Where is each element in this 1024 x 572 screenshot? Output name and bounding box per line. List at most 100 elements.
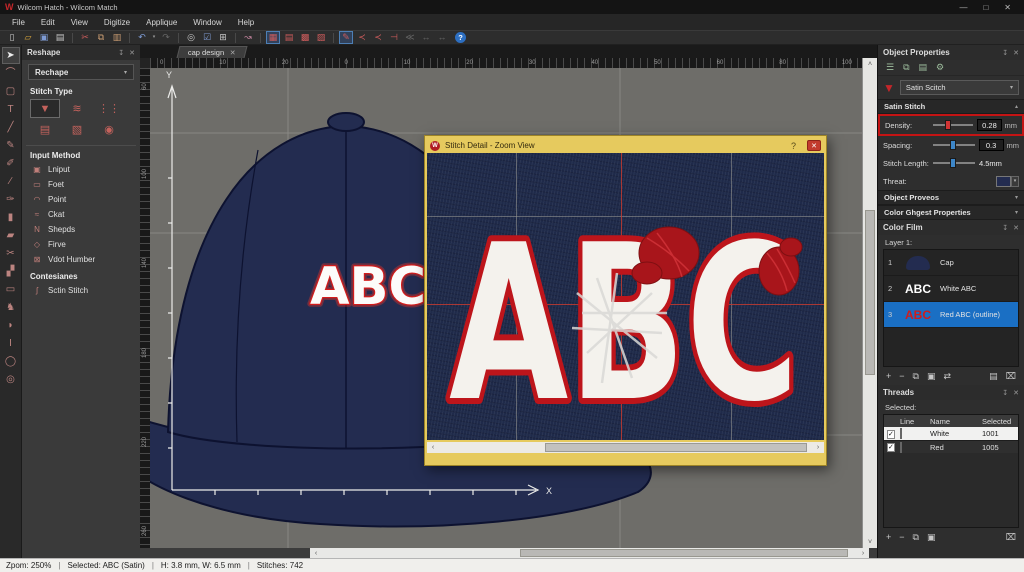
column-tool-icon[interactable]: ▮	[2, 209, 20, 226]
stitch-detail-viewport[interactable]: ABC	[427, 153, 824, 440]
close-icon[interactable]: ✕	[1013, 224, 1019, 232]
spacing-slider-handle[interactable]	[949, 140, 956, 150]
scroll-left-icon[interactable]: ‹	[310, 548, 322, 558]
canvas-vertical-scrollbar[interactable]: ˄ ˅	[862, 58, 877, 548]
tatami-stitch-icon[interactable]: ▤	[30, 120, 60, 139]
motif-tool-icon[interactable]: ♞	[2, 299, 20, 316]
help-icon[interactable]: ?	[455, 32, 466, 43]
paste-thread-icon[interactable]: ▣	[927, 532, 936, 543]
checkbox[interactable]: ✓	[887, 429, 895, 439]
layer-row-white-abc[interactable]: 2 ABC White ABC	[884, 276, 1018, 302]
scroll-right-icon[interactable]: ›	[857, 548, 869, 558]
grid-view-icon[interactable]: ⊞	[216, 31, 230, 44]
stitch-detail-titlebar[interactable]: W Stitch Detail - Zoom View ? ✕	[427, 138, 824, 153]
close-button[interactable]: ✕	[1004, 3, 1011, 12]
motif-stitch-icon[interactable]: ▧	[62, 120, 92, 139]
select-tool-icon[interactable]: ➤	[1, 47, 20, 64]
input-method-item[interactable]: N Shepds	[22, 222, 140, 237]
measure-start-icon[interactable]: ↔	[419, 31, 433, 44]
fill-tool-icon[interactable]: ▰	[2, 227, 20, 244]
remove-thread-icon[interactable]: −	[899, 532, 904, 542]
pin-icon[interactable]: ↧	[1002, 49, 1008, 57]
cut-icon[interactable]: ✂	[78, 31, 92, 44]
applique-tool-icon[interactable]: ◗	[2, 317, 20, 334]
scroll-up-icon[interactable]: ˄	[863, 58, 877, 70]
pin-icon[interactable]: ↧	[118, 49, 124, 57]
stitch-view-fill-icon[interactable]: ▩	[298, 31, 312, 44]
stitch-view-design-icon[interactable]: ▦	[266, 31, 280, 44]
input-method-item[interactable]: ⊠ Vdot Humber	[22, 252, 140, 267]
menu-view[interactable]: View	[63, 18, 96, 27]
satin-stitch-icon[interactable]: ▼	[30, 99, 60, 118]
polygon-select-icon[interactable]: ▢	[2, 83, 20, 100]
shape-tool-icon[interactable]: ▭	[2, 281, 20, 298]
vertical-scroll-thumb[interactable]	[865, 210, 875, 375]
delete-layer-icon[interactable]: ⌧	[1006, 371, 1016, 382]
tab-close-icon[interactable]: ✕	[230, 49, 236, 57]
satin-stitch-item[interactable]: ʃ Sctin Stitch	[22, 283, 140, 298]
horizontal-scroll-thumb[interactable]	[520, 549, 848, 557]
pin-icon[interactable]: ↧	[1002, 224, 1008, 232]
close-icon[interactable]: ✕	[1013, 49, 1019, 57]
close-icon[interactable]: ✕	[1013, 389, 1019, 397]
paste-properties-icon[interactable]: ▤	[919, 62, 928, 73]
satin-stitch-section[interactable]: Satin Stitch ▴	[878, 99, 1024, 114]
stitch-view-artistic-icon[interactable]: ▤	[282, 31, 296, 44]
freehand-tool-icon[interactable]: ∕	[2, 173, 20, 190]
back-start-icon[interactable]: ≺	[355, 31, 369, 44]
brush-tool-icon[interactable]: ✑	[2, 191, 20, 208]
zoom-tool-icon[interactable]: ◎	[184, 31, 198, 44]
design-check-icon[interactable]: ☑	[200, 31, 214, 44]
print-icon[interactable]: ▤	[53, 31, 67, 44]
new-file-icon[interactable]: ▯	[5, 31, 19, 44]
minimize-button[interactable]: —	[959, 3, 967, 12]
menu-window[interactable]: Window	[185, 18, 229, 27]
scroll-left-icon[interactable]: ‹	[427, 442, 439, 452]
settings-gear-icon[interactable]: ⚙	[936, 62, 944, 73]
density-value[interactable]: 0.28	[977, 119, 1002, 131]
reorder-layer-icon[interactable]: ⇄	[943, 371, 951, 382]
add-layer-icon[interactable]: +	[886, 371, 891, 381]
pencil-tool-icon[interactable]: ✐	[2, 155, 20, 172]
delete-thread-icon[interactable]: ⌧	[1006, 532, 1016, 543]
duplicate-layer-icon[interactable]: ⧉	[913, 371, 919, 382]
spacing-slider[interactable]	[932, 140, 975, 150]
lettering-tool-icon[interactable]: I	[2, 335, 20, 352]
layer-row-red-abc[interactable]: 3 ABC Red ABC (outline)	[884, 302, 1018, 328]
back-end-icon[interactable]: ≺	[371, 31, 385, 44]
menu-edit[interactable]: Edit	[33, 18, 63, 27]
input-method-item[interactable]: ▣ Lniput	[22, 162, 140, 177]
help-icon[interactable]: ?	[791, 141, 802, 151]
copy-properties-icon[interactable]: ⧉	[903, 62, 909, 73]
save-file-icon[interactable]: ▣	[37, 31, 51, 44]
magnifier-tool-icon[interactable]: ◎	[2, 371, 20, 388]
pin-icon[interactable]: ↧	[1002, 389, 1008, 397]
stitch-type-select[interactable]: Satin Scitch ▾	[899, 80, 1019, 95]
density-slider[interactable]	[933, 120, 974, 130]
layer-row-cap[interactable]: 1 Cap	[884, 250, 1018, 276]
input-method-item[interactable]: ◇ Firve	[22, 237, 140, 252]
color-properties-section[interactable]: Color Ghgest Properties ▾	[878, 205, 1024, 220]
thread-color-swatch[interactable]	[996, 175, 1011, 187]
end-point-icon[interactable]: ⊣	[387, 31, 401, 44]
sculpture-stitch-icon[interactable]: ◉	[94, 120, 124, 139]
undo-dropdown-icon[interactable]: ▾	[151, 31, 157, 44]
tab-cap-design[interactable]: cap design ✕	[176, 46, 248, 58]
redo-icon[interactable]: ↷	[159, 31, 173, 44]
canvas-horizontal-scrollbar[interactable]: ‹ ›	[310, 548, 869, 558]
input-method-item[interactable]: ≈ Ckat	[22, 207, 140, 222]
jump-stitch-icon[interactable]: ≪	[403, 31, 417, 44]
zigzag-stitch-icon[interactable]: ≋	[62, 99, 92, 118]
thread-row-red[interactable]: ✓ Red 1005	[884, 440, 1018, 453]
reshape-mode-dropdown[interactable]: Rechape ▾	[28, 64, 134, 80]
scroll-right-icon[interactable]: ›	[812, 442, 824, 452]
merge-layer-icon[interactable]: ▣	[927, 371, 936, 382]
stitch-detail-window[interactable]: W Stitch Detail - Zoom View ? ✕ ABC ‹ ›	[424, 135, 827, 466]
circle-tool-icon[interactable]: ◯	[2, 353, 20, 370]
lasso-select-icon[interactable]: ⌒	[2, 65, 20, 82]
input-method-item[interactable]: ◠ Point	[22, 192, 140, 207]
remove-layer-icon[interactable]: −	[899, 371, 904, 381]
export-layer-icon[interactable]: ▤	[989, 371, 998, 382]
copy-icon[interactable]: ⧉	[94, 31, 108, 44]
zoom-window-scrollbar[interactable]: ‹ ›	[427, 442, 824, 453]
